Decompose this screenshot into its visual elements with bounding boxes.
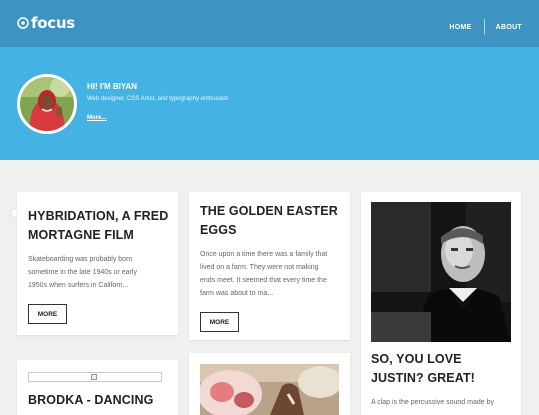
- author-hero: HI! I'M BIYAN Web designer, CSS Artist, …: [0, 47, 539, 160]
- author-avatar: [17, 74, 77, 134]
- post-title[interactable]: THE GOLDEN EASTER EGGS: [200, 202, 345, 240]
- more-button[interactable]: MORE: [200, 312, 239, 332]
- post-image[interactable]: [200, 364, 339, 415]
- post-title[interactable]: BRODKA - DANCING: [28, 391, 173, 410]
- post-image[interactable]: [371, 202, 511, 342]
- eye-icon: [17, 17, 29, 29]
- post-excerpt: Once upon a time there was a family that…: [200, 251, 328, 297]
- hero-more-link[interactable]: More...: [87, 115, 106, 121]
- site-logo[interactable]: focus: [17, 14, 75, 32]
- post-excerpt: Skateboarding was probably born sometime…: [28, 256, 137, 289]
- post-card: THE GOLDEN EASTER EGGS Once upon a time …: [189, 192, 350, 340]
- hero-tagline: Web designer, CSS Artist, and typography…: [87, 96, 228, 102]
- nav-divider: [483, 19, 485, 35]
- more-button[interactable]: MORE: [28, 304, 67, 324]
- main-nav: HOME ABOUT: [449, 19, 522, 35]
- nav-home-link[interactable]: HOME: [449, 24, 471, 31]
- nav-about-link[interactable]: ABOUT: [496, 24, 522, 31]
- logo-text: focus: [31, 14, 75, 32]
- post-title[interactable]: HYBRIDATION, A FRED MORTAGNE FILM: [28, 207, 173, 245]
- hero-greeting: HI! I'M BIYAN: [87, 82, 138, 91]
- post-card: BRODKA - DANCING: [17, 360, 178, 415]
- post-card: SO, YOU LOVE JUSTIN? GREAT! A clap is th…: [361, 192, 521, 415]
- post-card: HYBRIDATION, A FRED MORTAGNE FILM Skateb…: [17, 192, 178, 335]
- post-excerpt: A clap is the percussive sound made by: [371, 399, 494, 406]
- top-navigation-bar: focus HOME ABOUT: [0, 0, 539, 47]
- post-title[interactable]: SO, YOU LOVE JUSTIN? GREAT!: [371, 350, 516, 388]
- post-card: [189, 353, 350, 415]
- broken-image-icon[interactable]: [28, 372, 162, 382]
